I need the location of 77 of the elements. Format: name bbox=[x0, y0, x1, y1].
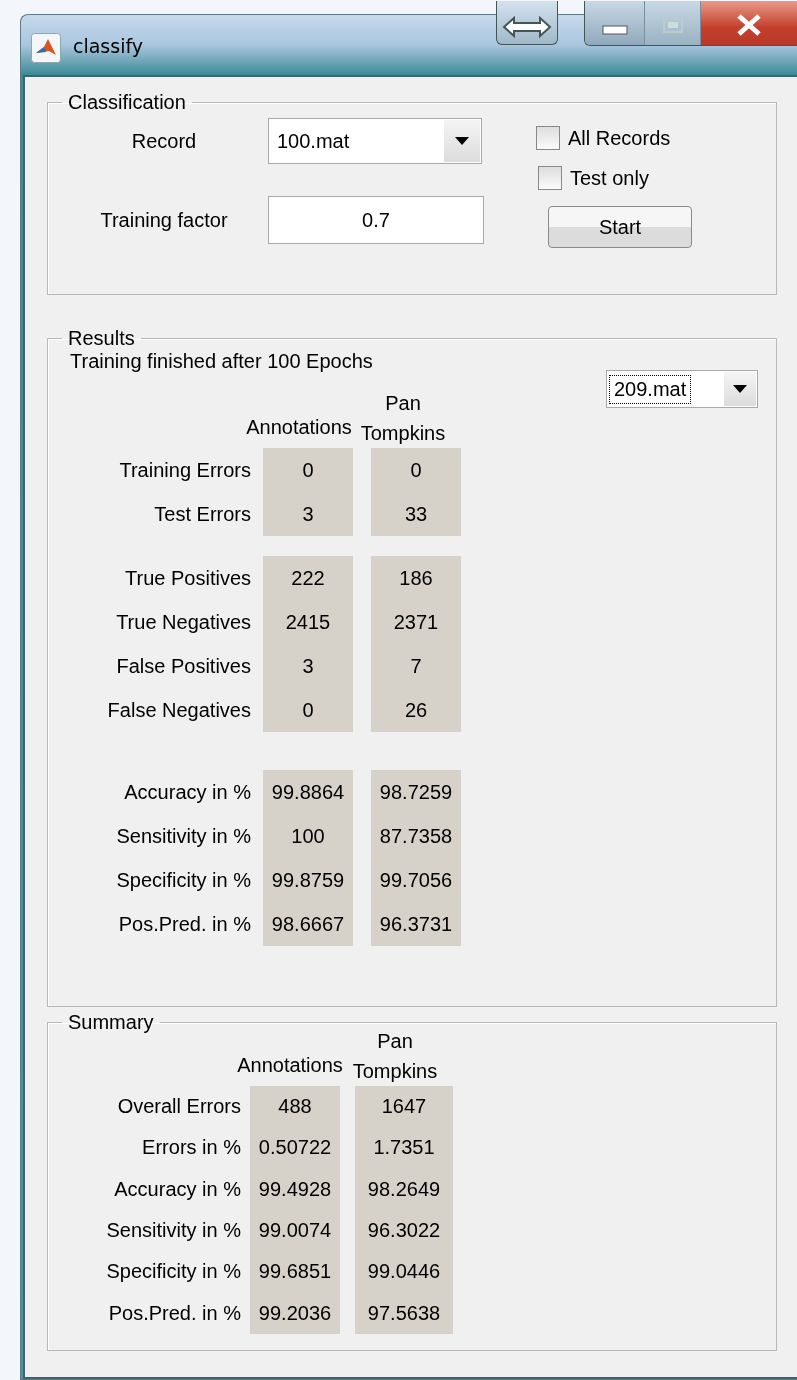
table-cell: 1647 bbox=[355, 1086, 453, 1128]
table-cell: 96.3022 bbox=[355, 1209, 453, 1252]
field-label: Record bbox=[130, 129, 198, 153]
panel-title: Summary bbox=[67, 1011, 155, 1034]
start-button[interactable]: Start bbox=[548, 206, 692, 248]
window-title: classify bbox=[73, 35, 144, 57]
row-label: Sensitivity in % bbox=[105, 1219, 241, 1243]
table-cell: 87.7358 bbox=[371, 814, 461, 858]
checkbox-option[interactable]: Test only bbox=[538, 158, 649, 198]
minimize-button[interactable] bbox=[585, 1, 645, 45]
row-label: Specificity in % bbox=[105, 1260, 241, 1284]
table-cell: 99.6851 bbox=[250, 1251, 340, 1293]
maximize-icon bbox=[662, 17, 683, 33]
table-cell: 0.50722 bbox=[250, 1127, 340, 1169]
row-label: Sensitivity in % bbox=[115, 824, 251, 848]
table-cell: 3 bbox=[263, 492, 353, 536]
row-label: False Positives bbox=[115, 654, 251, 678]
table-cell: 99.8864 bbox=[263, 770, 353, 814]
record-dropdown[interactable]: 100.mat bbox=[268, 118, 482, 164]
table-cell: 99.0446 bbox=[355, 1251, 453, 1293]
caret-icon bbox=[455, 137, 469, 145]
row-label: Pos.Pred. in % bbox=[107, 1301, 241, 1325]
column-header: Annotations bbox=[245, 415, 353, 440]
checkbox-option[interactable]: All Records bbox=[536, 118, 671, 158]
table-cell: 98.6667 bbox=[263, 902, 353, 946]
table-cell: 1.7351 bbox=[355, 1127, 453, 1169]
table-cell: 186 bbox=[371, 556, 461, 600]
table-cell: 3 bbox=[263, 644, 353, 688]
table-cell: 99.7056 bbox=[371, 858, 461, 902]
table-cell: 99.8759 bbox=[263, 858, 353, 902]
table-cell: 99.2036 bbox=[250, 1292, 340, 1334]
column-header: Annotations bbox=[236, 1053, 344, 1078]
row-label: Pos.Pred. in % bbox=[117, 912, 251, 936]
table-cell: 222 bbox=[263, 556, 353, 600]
table-cell: 2371 bbox=[371, 600, 461, 644]
double-arrow-icon bbox=[502, 14, 552, 39]
status-text: Training finished after 100 Epochs bbox=[70, 350, 373, 373]
training-factor-field[interactable]: 0.7 bbox=[268, 196, 484, 244]
panel-title: Classification bbox=[67, 91, 187, 114]
row-label: Overall Errors bbox=[116, 1095, 241, 1119]
minimize-icon bbox=[601, 25, 628, 35]
table-cell: 98.7259 bbox=[371, 770, 461, 814]
checkbox[interactable] bbox=[538, 166, 562, 190]
row-label: True Positives bbox=[124, 566, 251, 590]
row-label: Accuracy in % bbox=[123, 780, 251, 804]
close-button[interactable] bbox=[701, 1, 797, 45]
table-cell: 0 bbox=[263, 688, 353, 732]
panel-title: Results bbox=[67, 327, 136, 350]
table-cell: 96.3731 bbox=[371, 902, 461, 946]
row-label: True Negatives bbox=[115, 610, 251, 634]
row-label: Specificity in % bbox=[115, 868, 251, 892]
row-label: Training Errors bbox=[118, 458, 251, 482]
app-logo-icon bbox=[31, 33, 61, 63]
column-header: Pan Tompkins bbox=[351, 1029, 439, 1084]
table-cell: 7 bbox=[371, 644, 461, 688]
table-cell: 33 bbox=[371, 492, 461, 536]
field-label: Training factor bbox=[99, 208, 229, 232]
close-icon bbox=[736, 14, 762, 36]
resize-button[interactable] bbox=[496, 1, 558, 45]
table-cell: 98.2649 bbox=[355, 1168, 453, 1210]
row-label: Errors in % bbox=[141, 1136, 241, 1160]
caret-icon bbox=[733, 385, 747, 393]
table-cell: 100 bbox=[263, 814, 353, 858]
table-cell: 488 bbox=[250, 1086, 340, 1128]
row-label: Test Errors bbox=[153, 502, 251, 526]
row-label: False Negatives bbox=[106, 698, 251, 722]
checkbox[interactable] bbox=[536, 126, 560, 150]
column-header: Pan Tompkins bbox=[359, 391, 447, 446]
table-cell: 0 bbox=[263, 448, 353, 492]
table-cell: 99.4928 bbox=[250, 1168, 340, 1210]
table-cell: 26 bbox=[371, 688, 461, 732]
table-cell: 97.5638 bbox=[355, 1292, 453, 1334]
table-cell: 0 bbox=[371, 448, 461, 492]
row-label: Accuracy in % bbox=[113, 1177, 241, 1201]
table-cell: 99.0074 bbox=[250, 1209, 340, 1252]
table-cell: 2415 bbox=[263, 600, 353, 644]
record-dropdown[interactable]: 209.mat bbox=[606, 370, 758, 408]
